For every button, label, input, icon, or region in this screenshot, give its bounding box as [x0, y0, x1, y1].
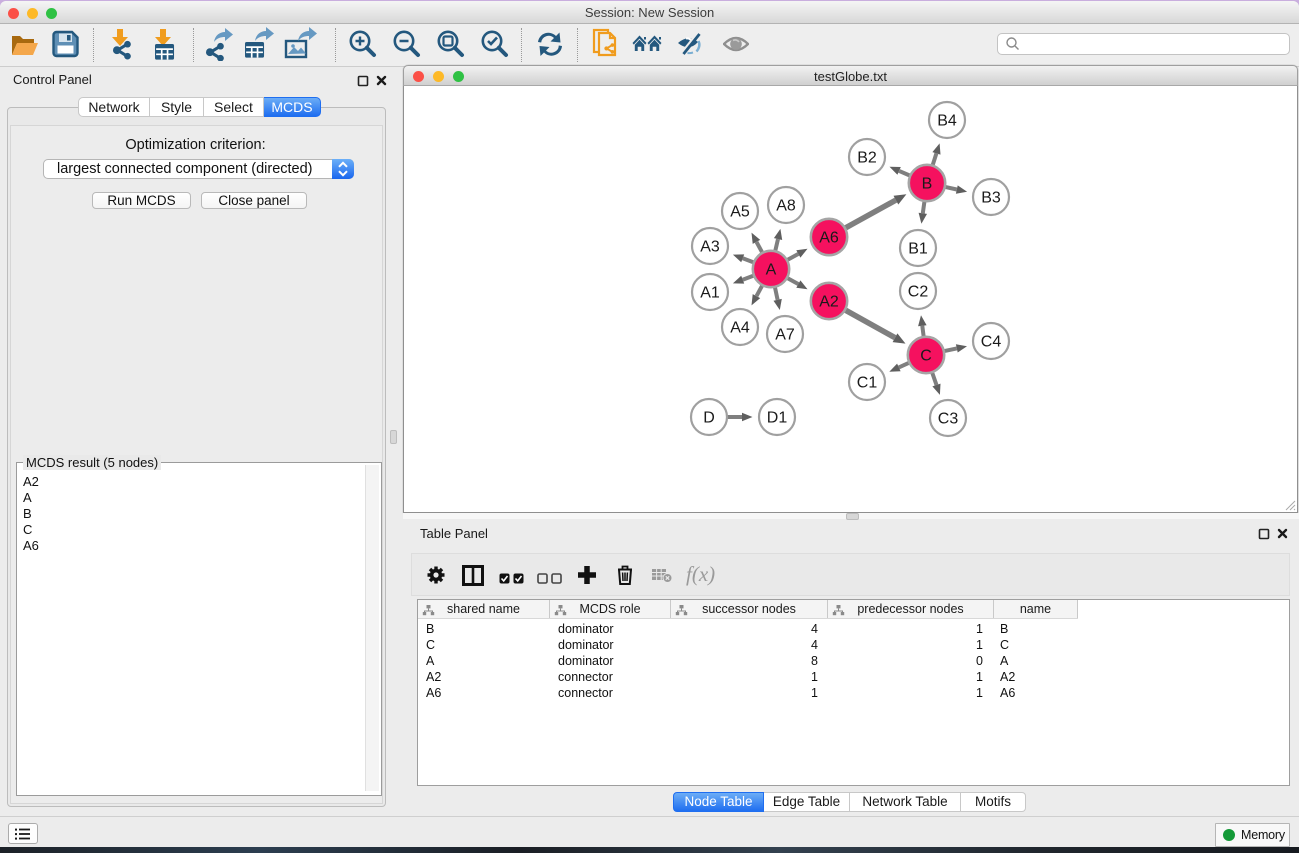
svg-text:C: C — [920, 348, 932, 365]
svg-text:A3: A3 — [700, 239, 720, 256]
svg-text:A2: A2 — [819, 294, 839, 311]
svg-text:B3: B3 — [981, 190, 1001, 207]
svg-text:B1: B1 — [908, 241, 928, 258]
svg-text:A7: A7 — [775, 327, 795, 344]
svg-text:D1: D1 — [767, 410, 788, 427]
svg-text:A8: A8 — [776, 198, 796, 215]
svg-text:B2: B2 — [857, 150, 877, 167]
svg-text:B4: B4 — [937, 113, 957, 130]
svg-text:A4: A4 — [730, 320, 750, 337]
svg-text:A6: A6 — [819, 230, 839, 247]
svg-text:A1: A1 — [700, 285, 720, 302]
svg-text:C4: C4 — [981, 334, 1002, 351]
svg-text:C1: C1 — [857, 375, 878, 392]
svg-text:C3: C3 — [938, 411, 959, 428]
svg-text:C2: C2 — [908, 284, 929, 301]
svg-text:A5: A5 — [730, 204, 750, 221]
svg-text:A: A — [766, 262, 777, 279]
svg-text:D: D — [703, 410, 715, 427]
svg-text:B: B — [922, 176, 933, 193]
